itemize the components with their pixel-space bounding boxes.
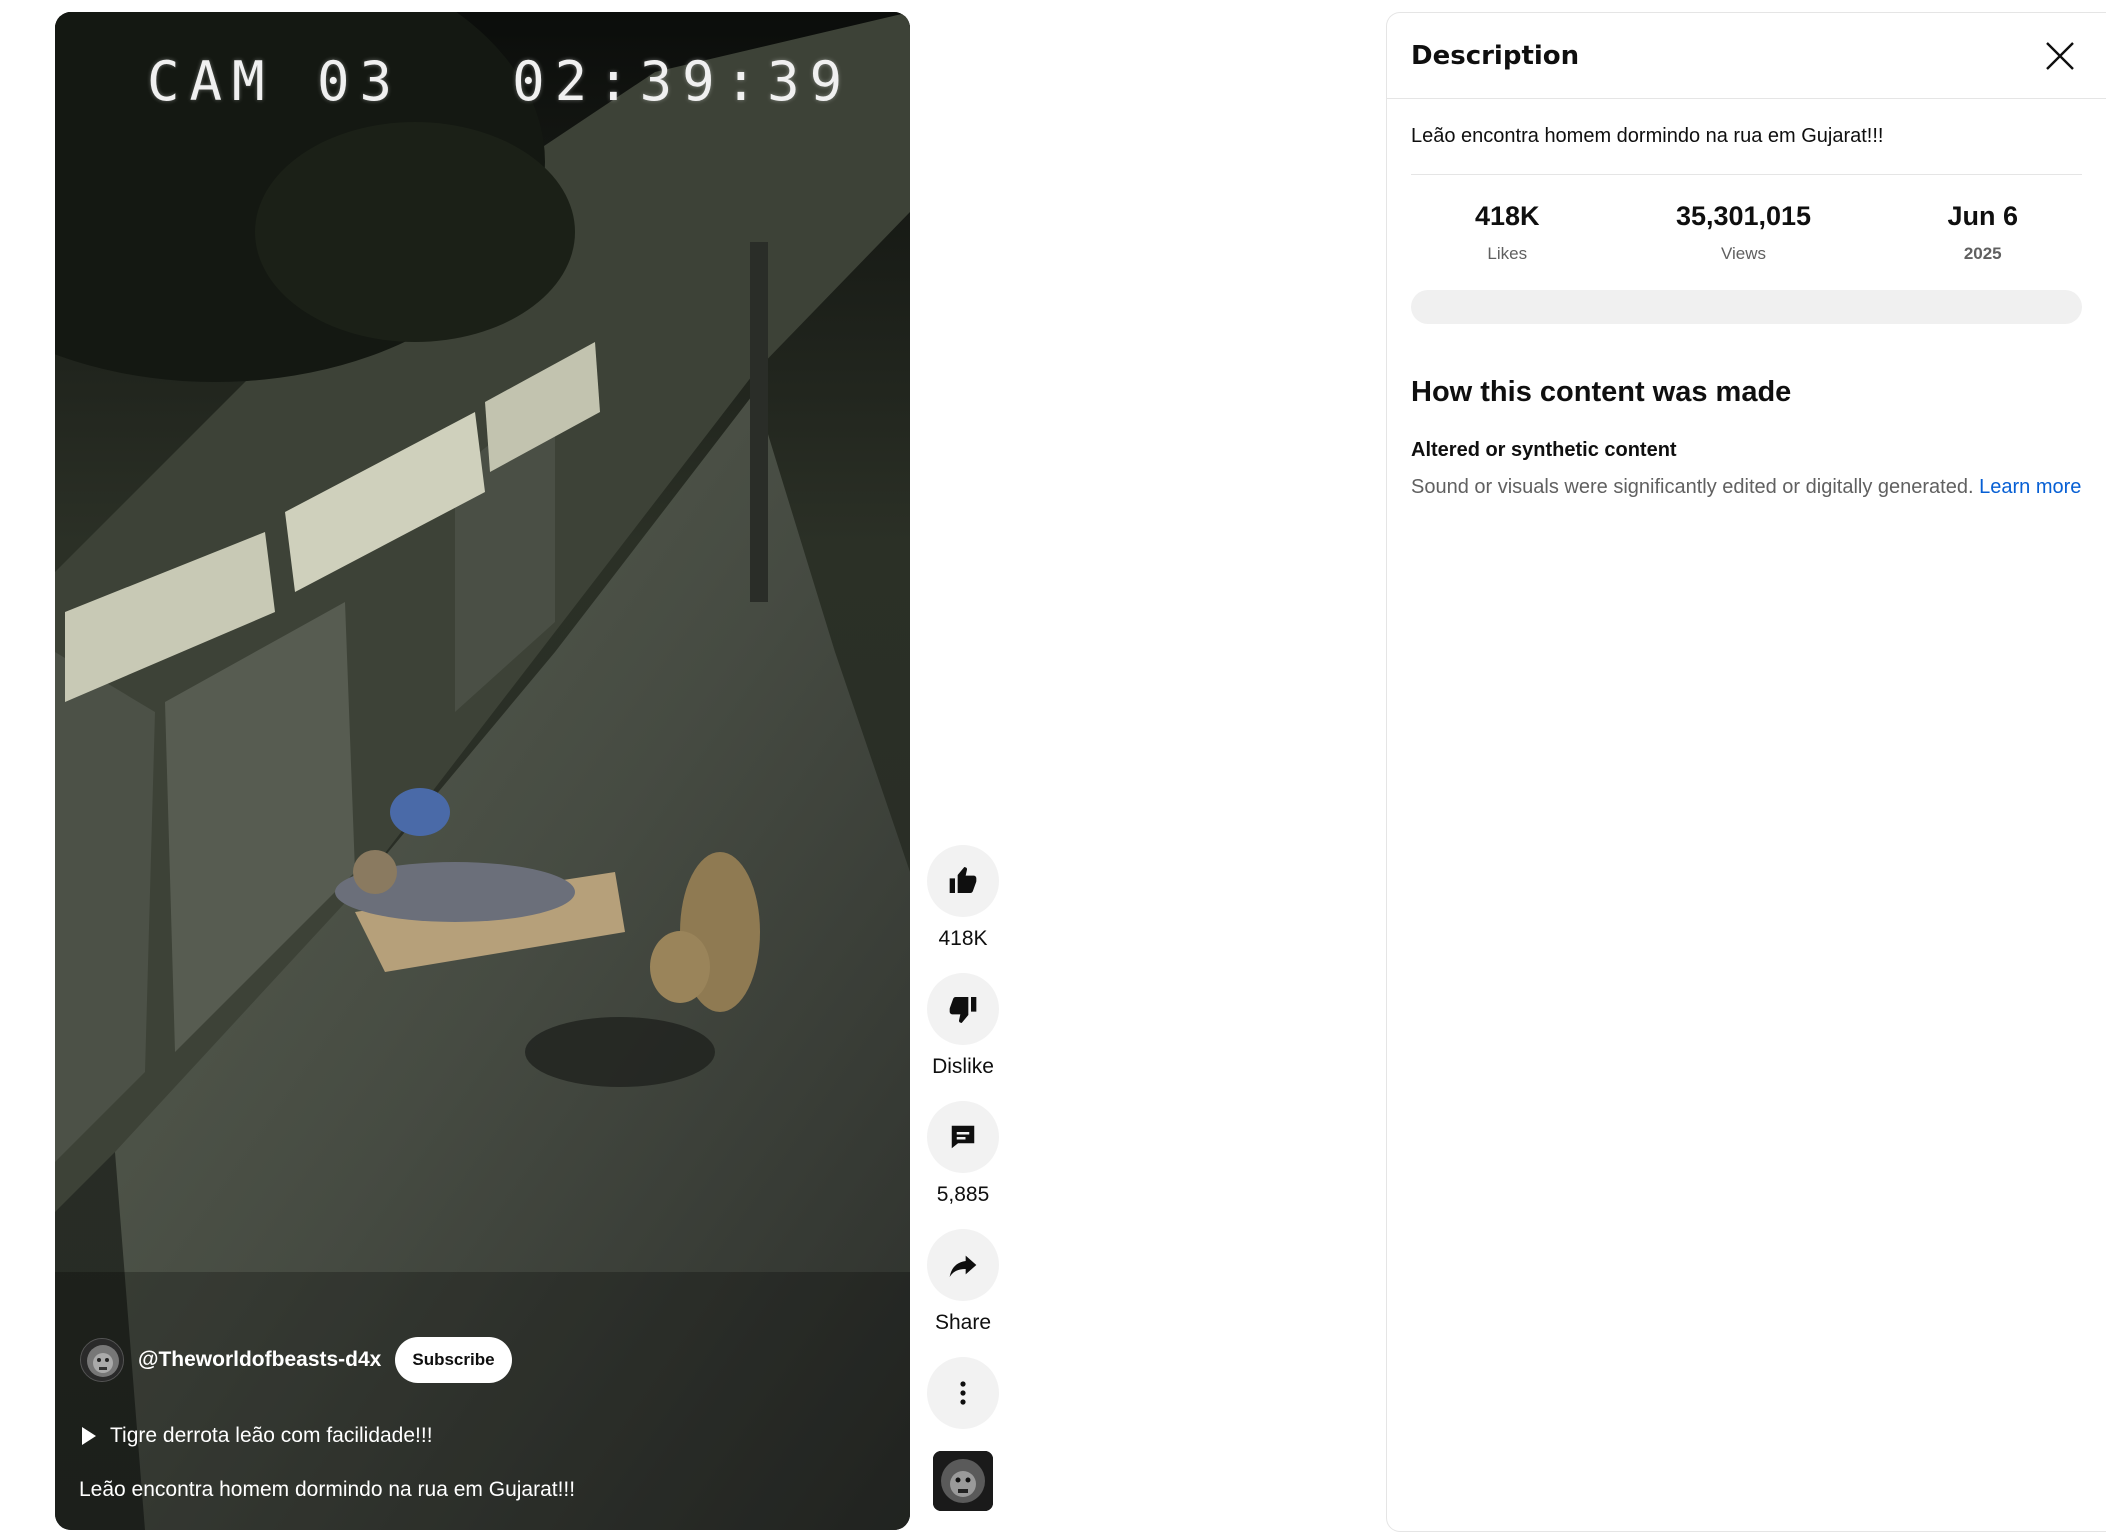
linked-video-link[interactable]: Tigre derrota leão com facilidade!!!: [82, 1424, 433, 1448]
comments-action: 5,885: [927, 1101, 999, 1229]
more-options-button[interactable]: [927, 1357, 999, 1429]
linked-video-title: Tigre derrota leão com facilidade!!!: [110, 1424, 433, 1447]
how-made-heading: How this content was made: [1411, 376, 1792, 408]
altered-content-heading: Altered or synthetic content: [1411, 439, 1677, 461]
lion-thumbnail-icon: [933, 1451, 993, 1511]
panel-body: Leão encontra homem dormindo na rua em G…: [1387, 125, 2106, 502]
share-button[interactable]: [927, 1229, 999, 1301]
cctv-overlay: CAM 03 02:39:39: [147, 50, 910, 113]
timestamp-label: 02:39:39: [512, 50, 853, 113]
shorts-video-player[interactable]: CAM 03 02:39:39 @Theworldofbeasts-d4x Su…: [55, 12, 910, 1530]
channel-avatar[interactable]: [80, 1338, 124, 1382]
stat-label: Views: [1720, 244, 1767, 263]
altered-content-description: Sound or visuals were significantly edit…: [1411, 476, 1974, 498]
share-label: Share: [934, 1311, 992, 1334]
close-icon: [2046, 41, 2074, 70]
thumbs-down-icon: [949, 997, 977, 1023]
video-frame: [55, 12, 910, 1530]
stat-views: 35,301,015 Views: [1676, 201, 1811, 264]
share-arrow-icon: [949, 1255, 977, 1277]
channel-row: @Theworldofbeasts-d4x Subscribe: [80, 1337, 512, 1383]
share-action: Share: [927, 1229, 999, 1357]
comment-icon: [951, 1125, 975, 1149]
sound-thumbnail[interactable]: [933, 1451, 993, 1511]
like-count: 418K: [938, 927, 988, 950]
dislike-action: Dislike: [927, 973, 999, 1101]
stat-label: Likes: [1487, 244, 1528, 263]
subscribe-button[interactable]: Subscribe: [395, 1337, 512, 1383]
action-column: 418K Dislike 5,885 Share: [926, 845, 1000, 1511]
comment-count: 5,885: [936, 1183, 990, 1206]
comments-button[interactable]: [927, 1101, 999, 1173]
dislike-button[interactable]: [927, 973, 999, 1045]
more-vertical-icon: [960, 1381, 966, 1405]
stat-likes: 418K Likes: [1475, 201, 1540, 264]
like-button[interactable]: [927, 845, 999, 917]
stat-value: 418K: [1475, 201, 1540, 231]
dislike-label: Dislike: [932, 1055, 994, 1078]
altered-content-text: Sound or visuals were significantly edit…: [1411, 472, 2082, 502]
description-panel: Description Leão encontra homem dormindo…: [1386, 12, 2106, 1532]
panel-title: Description: [1411, 40, 1580, 71]
lion-avatar-icon: [81, 1339, 123, 1381]
learn-more-link[interactable]: Learn more: [1979, 476, 2081, 498]
panel-header: Description: [1387, 13, 2106, 99]
camera-label: CAM 03: [147, 50, 403, 113]
stats-row: 418K Likes 35,301,015 Views Jun 6 2025: [1411, 175, 2082, 264]
thumbs-up-icon: [949, 867, 977, 893]
stat-label: 2025: [1963, 244, 2002, 263]
channel-handle[interactable]: @Theworldofbeasts-d4x: [138, 1348, 381, 1372]
video-caption: Leão encontra homem dormindo na rua em G…: [79, 1478, 576, 1501]
description-text: Leão encontra homem dormindo na rua em G…: [1411, 125, 2082, 175]
like-action: 418K: [927, 845, 999, 973]
stat-date: Jun 6 2025: [1947, 201, 2018, 264]
play-icon: [82, 1427, 96, 1445]
loading-placeholder-bar: [1411, 290, 2082, 324]
stat-value: Jun 6: [1947, 201, 2018, 231]
close-button[interactable]: [2038, 34, 2082, 78]
stat-value: 35,301,015: [1675, 201, 1812, 231]
